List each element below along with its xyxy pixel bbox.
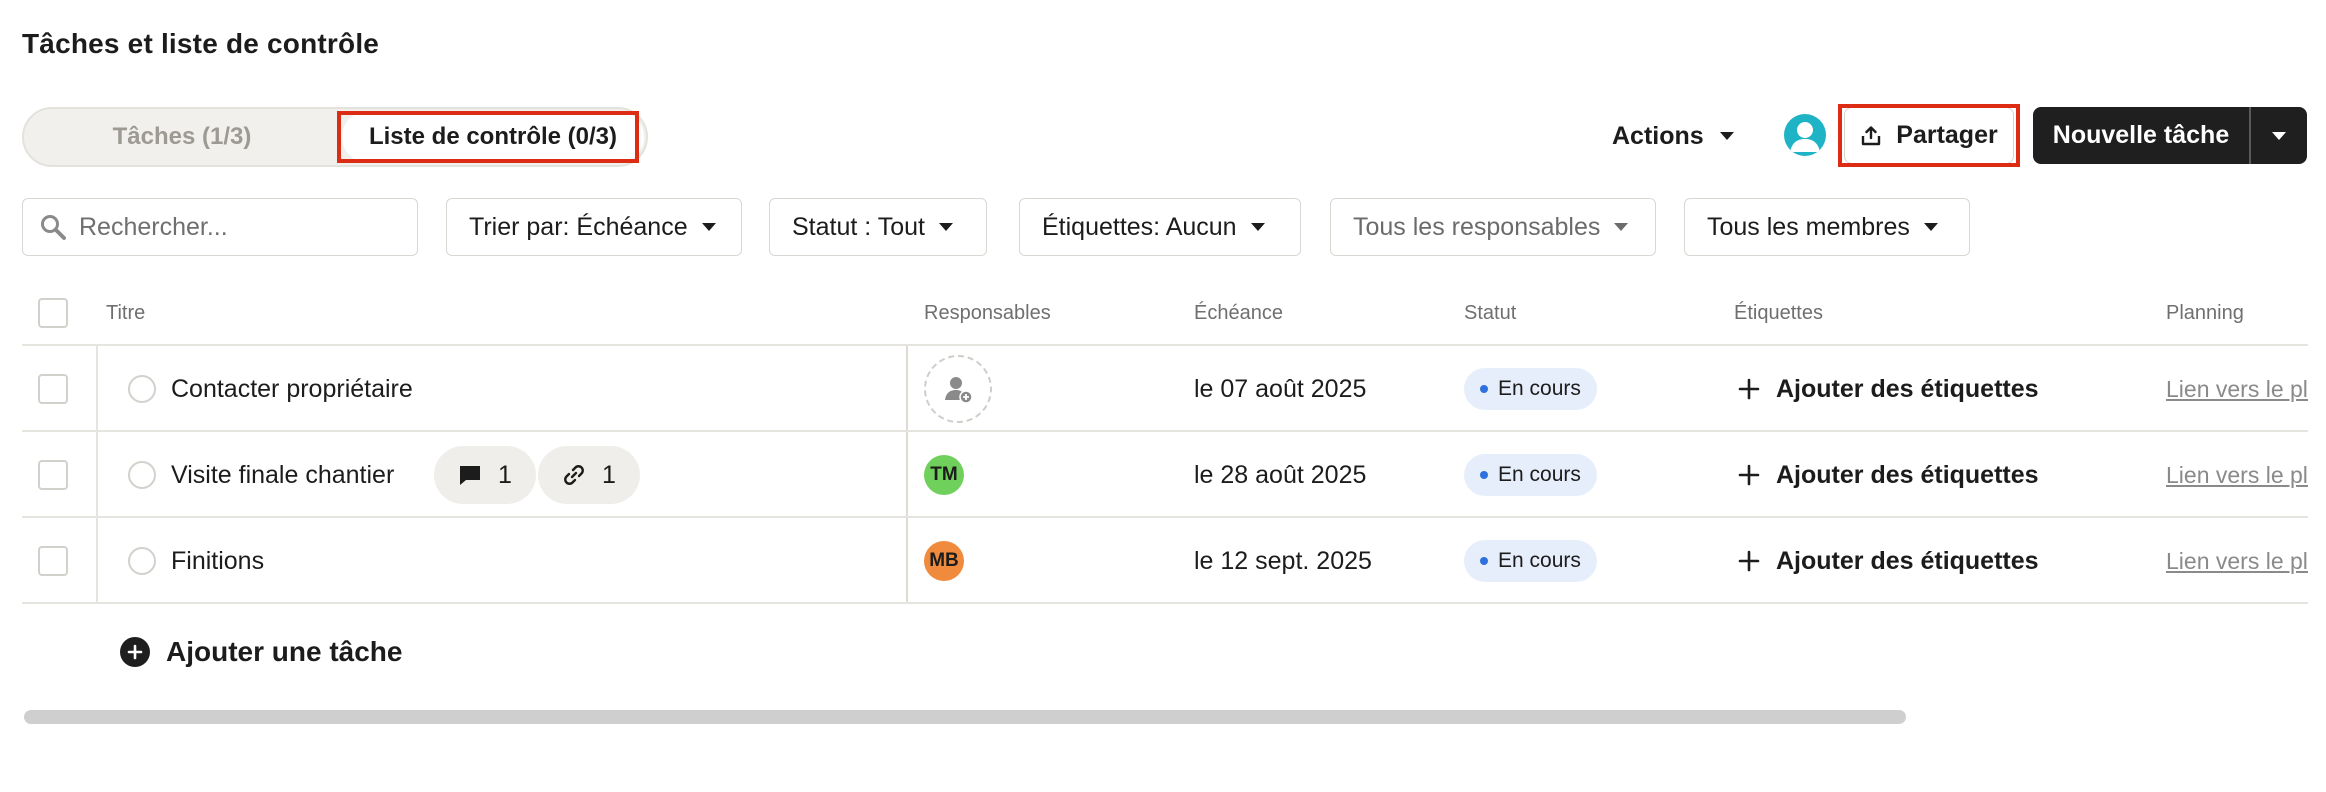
assignee-avatar[interactable]: MB <box>924 541 964 581</box>
column-status[interactable]: Statut <box>1464 280 1516 346</box>
task-title[interactable]: Finitions <box>171 518 264 604</box>
search-input[interactable] <box>79 212 399 242</box>
status-text: En cours <box>1498 549 1581 572</box>
assignee-avatar[interactable]: TM <box>924 455 964 495</box>
sort-label: Trier par: Échéance <box>469 212 688 241</box>
status-text: En cours <box>1498 463 1581 486</box>
complete-toggle[interactable] <box>128 547 156 575</box>
column-due[interactable]: Échéance <box>1194 280 1283 346</box>
actions-dropdown[interactable]: Actions <box>1612 108 1734 164</box>
new-task-button[interactable]: Nouvelle tâche <box>2033 107 2249 164</box>
chevron-down-icon <box>701 223 716 231</box>
add-tags-button[interactable]: Ajouter des étiquettes <box>1738 375 2039 404</box>
members-filter-dropdown[interactable]: Tous les membres <box>1684 198 1970 256</box>
status-text: En cours <box>1498 377 1581 400</box>
add-tags-label: Ajouter des étiquettes <box>1776 460 2039 489</box>
row-checkbox[interactable] <box>38 546 68 576</box>
column-tags[interactable]: Étiquettes <box>1734 280 1823 346</box>
share-button[interactable]: Partager <box>1844 107 2014 164</box>
comment-icon <box>460 466 480 485</box>
tab-tasks[interactable]: Tâches (1/3) <box>24 109 340 165</box>
add-user-icon <box>945 377 973 404</box>
complete-toggle[interactable] <box>128 375 156 403</box>
checklist-table: Titre Responsables Échéance Statut Étiqu… <box>22 280 2308 604</box>
add-tags-button[interactable]: Ajouter des étiquettes <box>1738 547 2039 576</box>
chevron-down-icon <box>2272 131 2286 140</box>
tags-filter-label: Étiquettes: Aucun <box>1042 212 1237 241</box>
status-filter-label: Statut : Tout <box>792 212 925 241</box>
chevron-down-icon <box>1719 132 1734 140</box>
page-title: Tâches et liste de contrôle <box>22 28 380 59</box>
status-filter-dropdown[interactable]: Statut : Tout <box>769 198 987 256</box>
add-tags-label: Ajouter des étiquettes <box>1776 374 2039 403</box>
comments-count: 1 <box>498 460 512 489</box>
search-icon <box>41 215 66 240</box>
new-task-menu-button[interactable] <box>2249 107 2307 164</box>
search-box <box>22 198 418 256</box>
planning-link[interactable]: Lien vers le pl <box>2166 548 2308 575</box>
horizontal-scrollbar[interactable] <box>24 710 1906 724</box>
share-icon <box>1862 125 1881 145</box>
links-chip[interactable]: 1 <box>538 446 640 504</box>
table-header: Titre Responsables Échéance Statut Étiqu… <box>22 280 2308 346</box>
plus-circle-icon <box>120 637 150 667</box>
column-title[interactable]: Titre <box>106 280 145 346</box>
link-icon <box>564 465 584 485</box>
status-badge[interactable]: En cours <box>1464 368 1597 410</box>
tags-filter-dropdown[interactable]: Étiquettes: Aucun <box>1019 198 1301 256</box>
row-checkbox[interactable] <box>38 460 68 490</box>
links-count: 1 <box>602 460 616 489</box>
chevron-down-icon <box>1923 223 1938 231</box>
plus-icon <box>1738 550 1760 572</box>
share-label: Partager <box>1896 121 1998 149</box>
assignees-filter-dropdown[interactable]: Tous les responsables <box>1330 198 1656 256</box>
actions-label: Actions <box>1612 121 1704 150</box>
chevron-down-icon <box>938 223 953 231</box>
status-dot-icon <box>1480 557 1488 565</box>
status-dot-icon <box>1480 385 1488 393</box>
avatar[interactable] <box>1784 114 1826 156</box>
assignees-filter-label: Tous les responsables <box>1353 212 1601 241</box>
chevron-down-icon <box>1250 223 1265 231</box>
add-assignee-button[interactable] <box>924 355 992 423</box>
column-assignees[interactable]: Responsables <box>924 280 1051 346</box>
tab-checklist[interactable]: Liste de contrôle (0/3) <box>342 111 644 163</box>
status-badge[interactable]: En cours <box>1464 540 1597 582</box>
due-date[interactable]: le 28 août 2025 <box>1194 432 1366 518</box>
table-row[interactable]: Contacter propriétaire le 07 août 2025 E… <box>22 346 2308 432</box>
add-task-button[interactable]: Ajouter une tâche <box>120 636 402 668</box>
members-filter-label: Tous les membres <box>1707 212 1910 241</box>
planning-link[interactable]: Lien vers le pl <box>2166 376 2308 403</box>
row-checkbox[interactable] <box>38 374 68 404</box>
add-task-label: Ajouter une tâche <box>166 636 403 667</box>
column-planning[interactable]: Planning <box>2166 280 2244 346</box>
status-dot-icon <box>1480 471 1488 479</box>
planning-link[interactable]: Lien vers le pl <box>2166 462 2308 489</box>
comments-chip[interactable]: 1 <box>434 446 536 504</box>
due-date[interactable]: le 07 août 2025 <box>1194 346 1366 432</box>
task-title[interactable]: Visite finale chantier <box>171 432 394 518</box>
plus-icon <box>1738 464 1760 486</box>
plus-icon <box>1738 378 1760 400</box>
due-date[interactable]: le 12 sept. 2025 <box>1194 518 1372 604</box>
add-tags-label: Ajouter des étiquettes <box>1776 546 2039 575</box>
view-tabs: Tâches (1/3) Liste de contrôle (0/3) <box>22 107 648 167</box>
table-row[interactable]: Visite finale chantier 1 1 TM le 28 août… <box>22 432 2308 518</box>
complete-toggle[interactable] <box>128 461 156 489</box>
task-title[interactable]: Contacter propriétaire <box>171 346 413 432</box>
table-row[interactable]: Finitions MB le 12 sept. 2025 En cours A… <box>22 518 2308 604</box>
chevron-down-icon <box>1614 223 1629 231</box>
add-tags-button[interactable]: Ajouter des étiquettes <box>1738 461 2039 490</box>
status-badge[interactable]: En cours <box>1464 454 1597 496</box>
select-all-checkbox[interactable] <box>38 298 68 328</box>
new-task-split-button: Nouvelle tâche <box>2033 107 2307 164</box>
sort-dropdown[interactable]: Trier par: Échéance <box>446 198 742 256</box>
user-silhouette-icon <box>1790 122 1820 152</box>
